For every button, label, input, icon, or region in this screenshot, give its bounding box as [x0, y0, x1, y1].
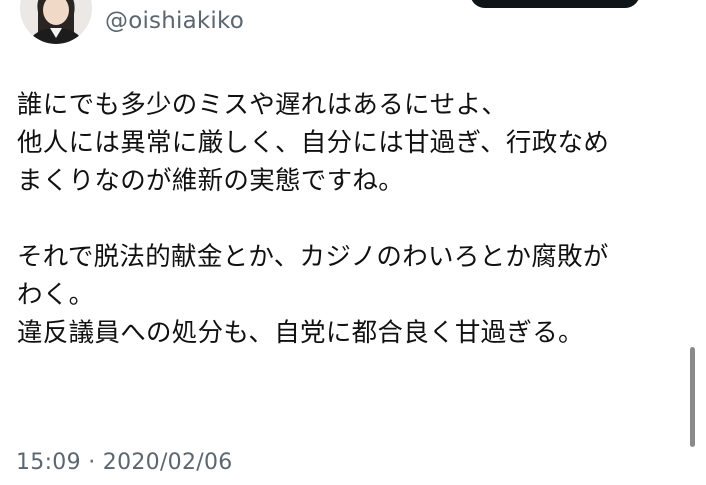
tweet-line: 誰にでも多少のミスや遅れはあるにせよ、 [17, 90, 508, 120]
user-handle[interactable]: @oishiakiko [105, 6, 244, 36]
tweet-line: まくりなのが維新の実態ですね。 [17, 166, 405, 196]
avatar[interactable] [20, 0, 92, 44]
tweet-line: わく。 [17, 280, 95, 310]
tweet-line: それで脱法的献金とか、カジノのわいろとか腐敗が [17, 242, 609, 272]
tweet-timestamp[interactable]: 15:09 · 2020/02/06 [16, 448, 233, 478]
follow-button[interactable] [470, 0, 640, 8]
tweet-line: 違反議員への処分も、自党に都合良く甘過ぎる。 [17, 318, 584, 348]
tweet-text: 誰にでも多少のミスや遅れはあるにせよ、 他人には異常に厳しく、自分には甘過ぎ、行… [17, 86, 687, 352]
tweet-line: 他人には異常に厳しく、自分には甘過ぎ、行政なめ [17, 128, 610, 158]
profile-photo [20, 0, 92, 44]
scrollbar[interactable] [690, 347, 695, 447]
